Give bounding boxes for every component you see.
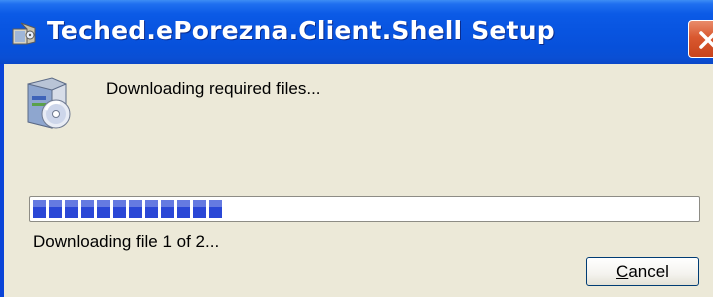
download-progress-bar <box>29 196 700 222</box>
main-message: Downloading required files... <box>106 79 321 98</box>
dialog-body: Downloading required files... Downloadin… <box>4 64 713 297</box>
setup-package-icon <box>11 20 37 46</box>
progress-fill <box>33 200 222 218</box>
cancel-mnemonic: C <box>616 262 629 281</box>
window-title: Teched.ePorezna.Client.Shell Setup <box>47 16 555 45</box>
download-status: Downloading file 1 of 2... <box>33 232 220 251</box>
close-icon <box>699 31 713 49</box>
close-button[interactable] <box>688 20 713 58</box>
cancel-label-rest: ancel <box>628 262 669 281</box>
setup-window: Teched.ePorezna.Client.Shell Setup Downl… <box>0 0 713 297</box>
setup-disc-icon <box>22 74 76 130</box>
cancel-button[interactable]: Cancel <box>586 257 699 286</box>
title-bar[interactable]: Teched.ePorezna.Client.Shell Setup <box>0 0 713 64</box>
